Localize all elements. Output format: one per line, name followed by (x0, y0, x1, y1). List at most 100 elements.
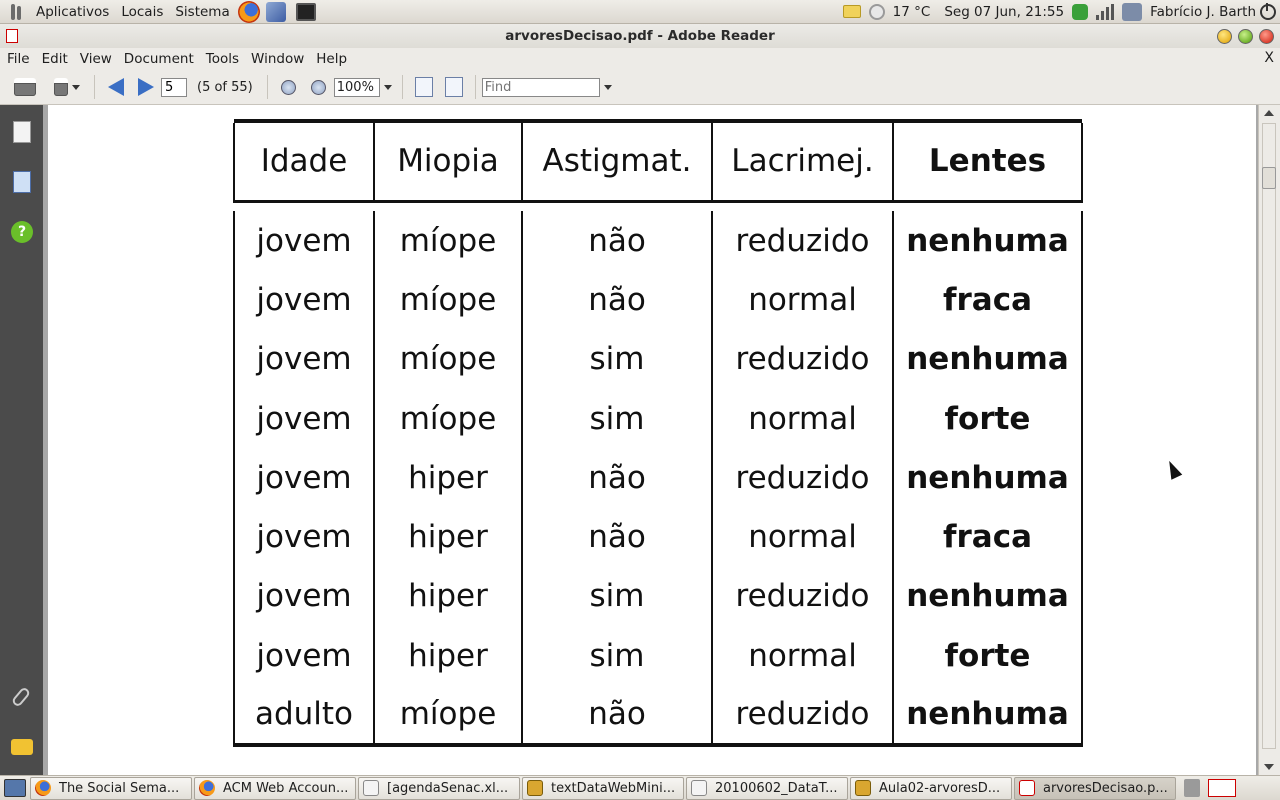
user-name[interactable]: Fabrício J. Barth (1150, 4, 1256, 20)
folder-icon[interactable] (842, 5, 861, 18)
firefox-launcher-icon[interactable] (237, 0, 260, 23)
menu-bar: File Edit View Document Tools Window Hel… (0, 48, 1280, 70)
menu-view[interactable]: View (74, 51, 118, 67)
cell-idade: jovem (233, 211, 374, 271)
gnome-foot-icon[interactable] (8, 2, 28, 22)
show-desktop-icon[interactable] (4, 779, 26, 797)
cell-astigmat: sim (521, 388, 712, 449)
bookmarks-icon[interactable] (13, 171, 31, 193)
zoom-in-icon (311, 79, 327, 95)
taskbar-item[interactable]: ACM Web Accoun... (194, 776, 356, 800)
maximize-button[interactable] (1238, 29, 1253, 44)
menu-document[interactable]: Document (118, 51, 200, 67)
cell-lentes: nenhuma (892, 448, 1083, 508)
cell-miopia: hiper (373, 626, 522, 686)
window-title-bar[interactable]: arvoresDecisao.pdf - Adobe Reader (0, 24, 1280, 48)
adobe-reader-tray-icon[interactable] (1208, 779, 1236, 797)
find-options-chevron-icon[interactable] (603, 84, 612, 90)
table-row: jovem hiper sim reduzido nenhuma (233, 566, 1083, 627)
cell-lentes: nenhuma (892, 211, 1083, 271)
table-row: jovem hiper sim normal forte (233, 626, 1083, 686)
taskbar-item[interactable]: The Social Sema... (30, 776, 192, 800)
bottom-taskbar: The Social Sema... ACM Web Accoun... [ag… (0, 775, 1280, 800)
taskbar-item[interactable]: Aula02-arvoresD... (850, 776, 1012, 800)
cell-lentes: forte (892, 388, 1083, 449)
firefox-icon (199, 780, 215, 796)
header-miopia: Miopia (373, 123, 522, 201)
paperclip-icon[interactable] (10, 686, 32, 708)
temperature-label[interactable]: 17 °C (893, 4, 931, 20)
zoom-dropdown-chevron-icon[interactable] (383, 84, 392, 90)
cell-lacrimej: reduzido (711, 566, 893, 627)
network-icon[interactable] (1122, 2, 1143, 21)
pages-icon[interactable] (13, 121, 31, 143)
taskbar-item[interactable]: 20100602_DataT... (686, 776, 848, 800)
cell-idade: jovem (233, 448, 374, 508)
cell-lentes: nenhuma (892, 329, 1083, 389)
mail-launcher-icon[interactable] (265, 1, 286, 22)
clock-label[interactable]: Seg 07 Jun, 21:55 (944, 4, 1064, 20)
cell-astigmat: não (521, 507, 712, 567)
table-header-row: Idade Miopia Astigmat. Lacrimej. Lentes (233, 123, 1083, 201)
scroll-track[interactable] (1262, 123, 1276, 749)
menu-window[interactable]: Window (245, 51, 310, 67)
zoom-out-button[interactable] (278, 77, 300, 97)
scroll-down-arrow-icon[interactable] (1264, 764, 1274, 770)
close-window-button[interactable] (1259, 29, 1274, 44)
scroll-thumb[interactable] (1262, 167, 1276, 189)
cell-lacrimej: reduzido (711, 448, 893, 508)
weather-icon[interactable] (868, 3, 885, 20)
fit-width-icon (414, 77, 433, 97)
toolbar-separator (401, 75, 403, 99)
save-menu-button[interactable] (54, 77, 84, 97)
taskbar-item[interactable]: [agendaSenac.xl... (358, 776, 520, 800)
cell-miopia: míope (373, 388, 522, 449)
menu-tools[interactable]: Tools (200, 51, 245, 67)
window-controls (1217, 29, 1274, 44)
menu-aplicativos[interactable]: Aplicativos (30, 0, 115, 24)
trash-icon[interactable] (1184, 779, 1200, 797)
cell-miopia: míope (373, 270, 522, 330)
toolbar-separator (474, 75, 476, 99)
taskbar-item-active[interactable]: arvoresDecisao.p... (1014, 776, 1176, 800)
zoom-in-button[interactable] (308, 77, 330, 97)
cell-miopia: míope (373, 329, 522, 389)
document-viewport[interactable]: Idade Miopia Astigmat. Lacrimej. Lentes … (43, 105, 1258, 775)
shield-icon[interactable] (1072, 3, 1089, 20)
table-row: jovem míope sim reduzido nenhuma (233, 329, 1083, 389)
next-page-button[interactable] (135, 77, 157, 97)
scroll-up-arrow-icon[interactable] (1264, 110, 1274, 116)
taskbar-item[interactable]: textDataWebMini... (522, 776, 684, 800)
cell-idade: jovem (233, 270, 374, 330)
zoom-out-icon (281, 79, 297, 95)
menu-sistema[interactable]: Sistema (169, 0, 235, 24)
menu-locais[interactable]: Locais (115, 0, 169, 24)
menu-help[interactable]: Help (310, 51, 353, 67)
toolbar: (5 of 55) 100% (0, 70, 1280, 105)
page-number-input[interactable] (161, 77, 187, 97)
power-icon[interactable] (1260, 2, 1276, 20)
menu-edit[interactable]: Edit (36, 51, 74, 67)
signal-icon[interactable] (1096, 3, 1115, 20)
header-astigmat: Astigmat. (521, 123, 712, 201)
vertical-scrollbar[interactable] (1258, 105, 1280, 775)
cell-lacrimej: reduzido (711, 329, 893, 389)
cell-lentes: fraca (892, 507, 1083, 567)
terminal-launcher-icon[interactable] (295, 2, 316, 21)
fit-page-button[interactable] (443, 77, 465, 97)
zoom-level-select[interactable]: 100% (333, 77, 380, 97)
menu-file[interactable]: File (0, 51, 36, 67)
cell-miopia: hiper (373, 507, 522, 567)
previous-page-button[interactable] (105, 77, 127, 97)
minimize-button[interactable] (1217, 29, 1232, 44)
print-button[interactable] (14, 77, 36, 97)
fit-width-button[interactable] (413, 77, 435, 97)
close-document-button[interactable]: X (1264, 50, 1274, 66)
pdf-icon (1019, 780, 1035, 796)
comments-icon[interactable] (11, 739, 33, 755)
spreadsheet-icon (527, 780, 543, 796)
table-row: jovem hiper não normal fraca (233, 507, 1083, 567)
cell-astigmat: não (521, 270, 712, 330)
find-input[interactable] (481, 77, 600, 97)
help-icon[interactable]: ? (11, 221, 33, 243)
